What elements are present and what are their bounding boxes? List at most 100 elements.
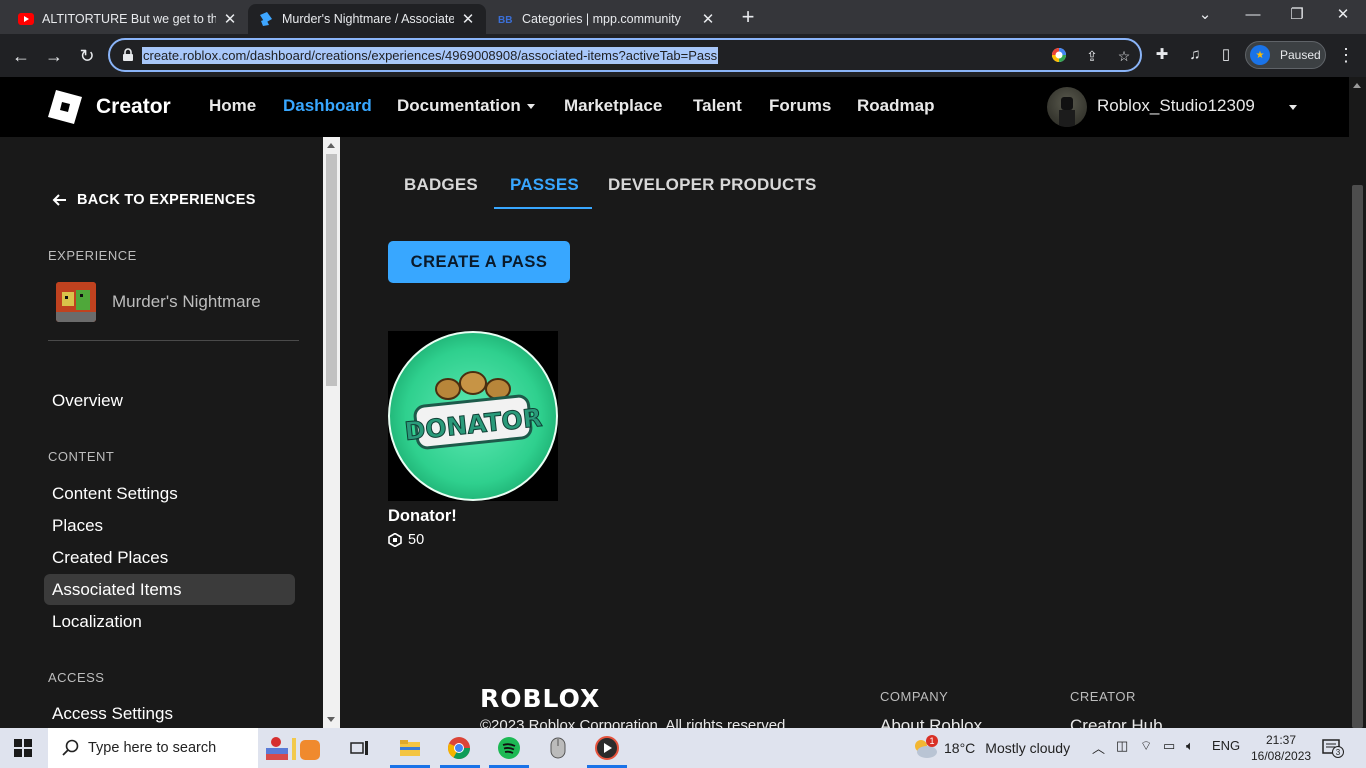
- minimize-icon[interactable]: —: [1238, 4, 1268, 26]
- reload-icon[interactable]: ↻: [75, 44, 99, 68]
- footer-creator-hub-link[interactable]: Creator Hub: [1070, 716, 1163, 728]
- roblox-footer-logo[interactable]: ROBLOX: [480, 684, 605, 710]
- share-icon[interactable]: ⇪: [1083, 47, 1101, 65]
- notification-center-icon[interactable]: 3: [1322, 738, 1344, 758]
- scroll-down-icon[interactable]: [327, 717, 335, 722]
- browser-tab-mpp[interactable]: BB Categories | mpp.community ✕: [488, 4, 726, 34]
- content-section-label: CONTENT: [48, 449, 115, 464]
- nav-link-roadmap[interactable]: Roadmap: [857, 96, 934, 116]
- extensions-puzzle-icon[interactable]: ✚: [1152, 45, 1172, 65]
- browser-tab-youtube[interactable]: ALTITORTURE But we get to the t ✕: [8, 4, 248, 34]
- footer-company-heading: COMPANY: [880, 689, 949, 704]
- footer-about-roblox-link[interactable]: About Roblox: [880, 716, 982, 728]
- profile-status: Paused: [1280, 48, 1321, 62]
- nav-link-home[interactable]: Home: [209, 96, 256, 116]
- weather-description: Mostly cloudy: [985, 740, 1071, 756]
- volume-icon[interactable]: 🔈︎: [1186, 738, 1194, 754]
- google-icon[interactable]: [1050, 47, 1068, 65]
- close-window-icon[interactable]: ✕: [1328, 4, 1358, 26]
- weather-widget[interactable]: 1 18°C Mostly cloudy: [912, 735, 1071, 759]
- experience-thumbnail-art: [56, 282, 96, 322]
- tab-search-chevron-icon[interactable]: ⌄: [1190, 4, 1220, 26]
- side-panel-icon[interactable]: ▯: [1216, 45, 1236, 65]
- nav-link-talent[interactable]: Talent: [693, 96, 742, 116]
- nav-link-dashboard[interactable]: Dashboard: [283, 96, 372, 116]
- roblox-logo-icon[interactable]: [48, 90, 82, 124]
- user-avatar[interactable]: [1047, 87, 1087, 127]
- pass-card[interactable]: DONATOR Donator! 50: [388, 331, 558, 548]
- user-menu-chevron-icon[interactable]: [1289, 105, 1297, 110]
- media-player-icon[interactable]: [594, 735, 620, 761]
- scrollbar-thumb[interactable]: [1352, 185, 1363, 728]
- chrome-menu-icon[interactable]: ⋮: [1336, 43, 1356, 67]
- scroll-up-icon[interactable]: [1353, 83, 1361, 88]
- back-arrow-icon[interactable]: ←: [9, 44, 33, 68]
- chevron-down-icon: [526, 104, 535, 110]
- active-tab-indicator: [494, 207, 592, 209]
- experience-thumbnail[interactable]: [56, 282, 96, 322]
- sidebar-item-content-settings[interactable]: Content Settings: [44, 478, 295, 509]
- experience-name[interactable]: Murder's Nightmare: [112, 292, 261, 312]
- sidebar-item-created-places[interactable]: Created Places: [44, 542, 295, 573]
- access-section-label: ACCESS: [48, 670, 105, 685]
- close-tab-icon[interactable]: ✕: [222, 10, 238, 28]
- sidebar-scrollbar[interactable]: [323, 137, 340, 728]
- address-bar[interactable]: create.roblox.com/dashboard/creations/ex…: [108, 38, 1142, 72]
- scroll-up-icon[interactable]: [327, 143, 335, 148]
- tab-title: Murder's Nightmare / Associated: [282, 12, 454, 26]
- battery-icon[interactable]: ▭: [1163, 738, 1175, 754]
- restore-icon[interactable]: ❐: [1282, 4, 1312, 26]
- new-tab-button[interactable]: +: [737, 6, 759, 28]
- nav-link-marketplace[interactable]: Marketplace: [564, 96, 662, 116]
- taskbar-search-box[interactable]: Type here to search: [48, 728, 320, 768]
- file-explorer-icon[interactable]: [397, 735, 423, 761]
- browser-tab-roblox[interactable]: Murder's Nightmare / Associated ✕: [248, 4, 486, 34]
- page-scrollbar[interactable]: [1349, 77, 1366, 728]
- clock-time: 21:37: [1265, 733, 1297, 747]
- sidebar-item-localization[interactable]: Localization: [44, 606, 295, 637]
- pass-thumbnail[interactable]: DONATOR: [388, 331, 558, 501]
- sidebar-item-overview[interactable]: Overview: [44, 385, 295, 416]
- forward-arrow-icon[interactable]: →: [42, 44, 66, 68]
- donator-badge-image: DONATOR: [388, 331, 558, 501]
- sidebar-item-places[interactable]: Places: [44, 510, 295, 541]
- chrome-icon[interactable]: [446, 735, 472, 761]
- weather-alert-badge: 1: [926, 735, 938, 747]
- back-to-experiences-link[interactable]: BACK TO EXPERIENCES: [52, 192, 256, 208]
- windows-start-icon[interactable]: [14, 739, 32, 757]
- media-control-icon[interactable]: ♫: [1185, 45, 1205, 65]
- arrow-left-icon: [52, 194, 66, 206]
- search-icon: [62, 739, 79, 756]
- tab-passes[interactable]: PASSES: [510, 175, 579, 195]
- task-view-icon[interactable]: [347, 735, 373, 761]
- profile-button[interactable]: ★ Paused: [1245, 41, 1326, 69]
- spotify-icon[interactable]: [496, 735, 522, 761]
- nav-link-documentation[interactable]: Documentation: [397, 96, 535, 116]
- mouse-app-icon[interactable]: [545, 735, 571, 761]
- pass-name[interactable]: Donator!: [388, 507, 457, 526]
- username[interactable]: Roblox_Studio12309: [1097, 96, 1255, 116]
- tab-badges[interactable]: BADGES: [404, 175, 478, 195]
- url-text[interactable]: create.roblox.com/dashboard/creations/ex…: [142, 47, 719, 64]
- sidebar-divider: [48, 340, 299, 341]
- mpp-icon: BB: [498, 11, 514, 27]
- close-tab-icon[interactable]: ✕: [700, 10, 716, 28]
- sidebar-item-access-settings[interactable]: Access Settings: [44, 698, 295, 728]
- taskbar-clock[interactable]: 21:37 16/08/2023: [1251, 732, 1311, 764]
- create-pass-button[interactable]: CREATE A PASS: [388, 241, 570, 283]
- wifi-icon[interactable]: ⌔: [1140, 738, 1152, 754]
- sidebar-item-associated-items[interactable]: Associated Items: [44, 574, 295, 605]
- lock-icon[interactable]: [121, 48, 135, 62]
- clock-date: 16/08/2023: [1251, 749, 1312, 763]
- nav-link-forums[interactable]: Forums: [769, 96, 831, 116]
- bookmark-star-icon[interactable]: ☆: [1115, 47, 1133, 65]
- footer-creator-heading: CREATOR: [1070, 689, 1136, 704]
- language-indicator[interactable]: ENG: [1212, 738, 1240, 753]
- tray-chevron-up-icon[interactable]: ︿: [1092, 738, 1105, 757]
- close-tab-icon[interactable]: ✕: [460, 10, 476, 28]
- tab-developer-products[interactable]: DEVELOPER PRODUCTS: [608, 175, 817, 195]
- scrollbar-thumb[interactable]: [326, 154, 337, 386]
- meet-now-icon[interactable]: ◫: [1116, 738, 1128, 754]
- nav-link-label: Documentation: [397, 96, 521, 115]
- creator-brand[interactable]: Creator: [96, 95, 171, 119]
